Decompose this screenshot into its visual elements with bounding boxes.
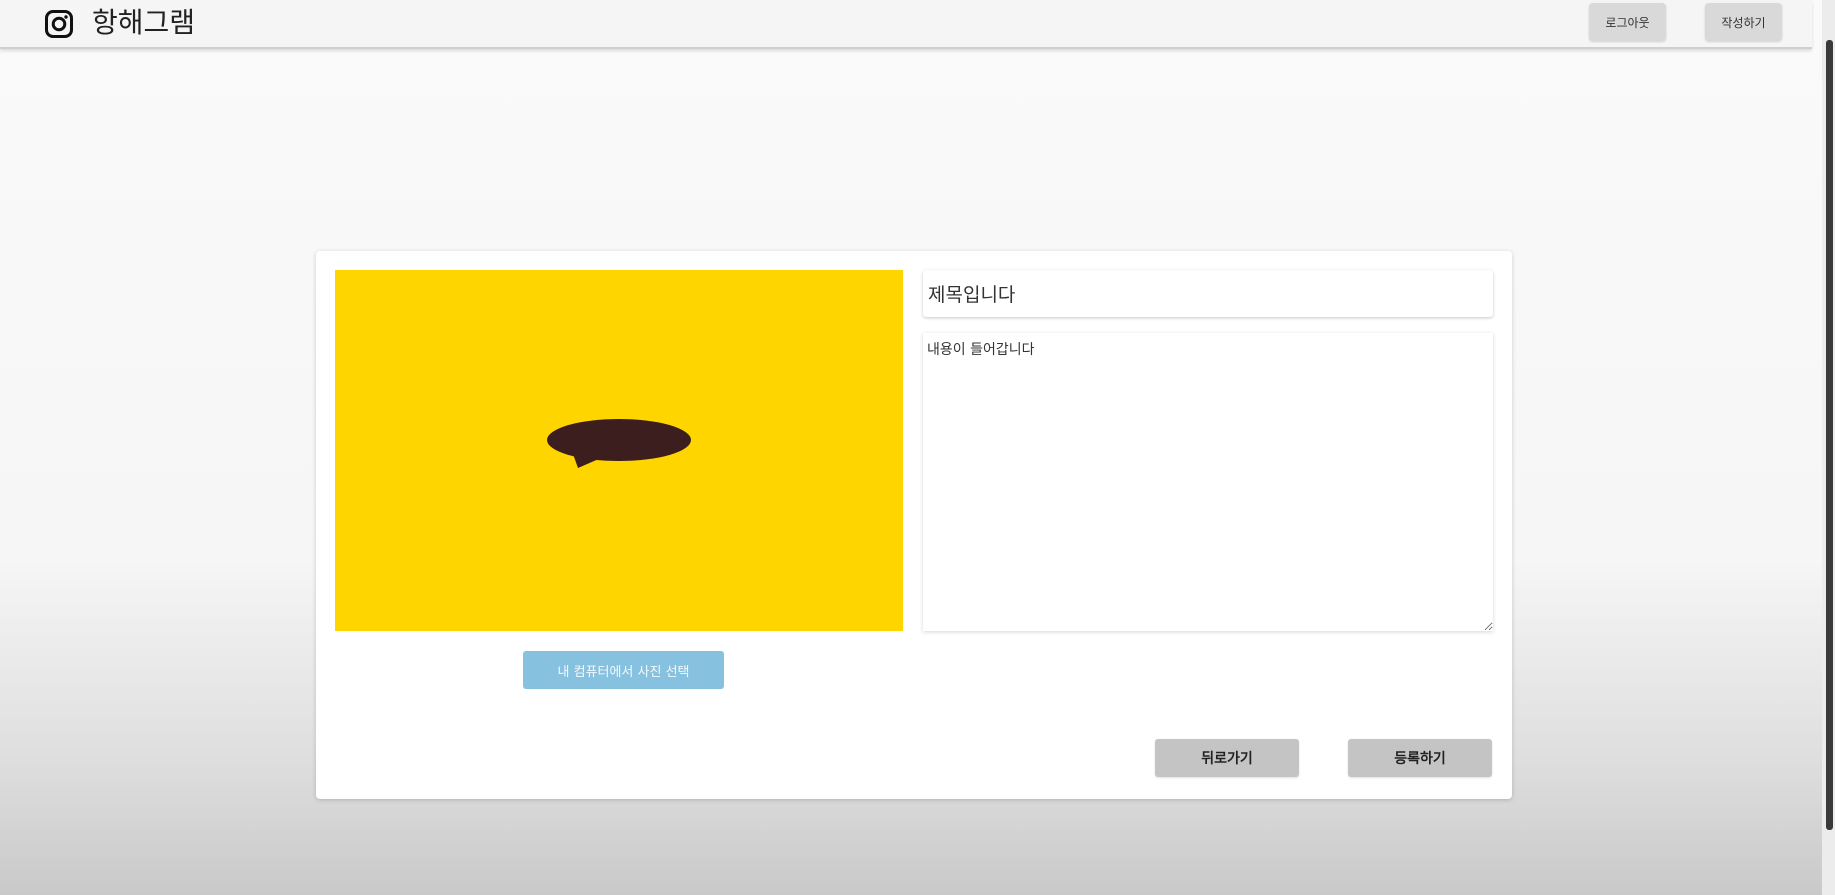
scrollbar-thumb[interactable]: [1826, 40, 1833, 830]
submit-button[interactable]: 등록하기: [1348, 739, 1492, 777]
logout-button[interactable]: 로그아웃: [1589, 3, 1666, 41]
post-editor-card: 내 컴퓨터에서 사진 선택 내용이 들어갑니다 뒤로가기 등록하기: [316, 251, 1512, 799]
select-image-button[interactable]: 내 컴퓨터에서 사진 선택: [523, 651, 724, 689]
content-textarea[interactable]: 내용이 들어갑니다: [923, 333, 1493, 631]
brand-title[interactable]: 항해그램: [92, 6, 195, 40]
top-navigation-bar: 항해그램 로그아웃 작성하기: [0, 0, 1812, 49]
title-input[interactable]: [923, 270, 1493, 317]
image-preview: [335, 270, 903, 631]
speech-bubble-icon: [547, 419, 691, 468]
write-post-button[interactable]: 작성하기: [1705, 3, 1782, 41]
instagram-icon[interactable]: [44, 9, 74, 39]
back-button[interactable]: 뒤로가기: [1155, 739, 1299, 777]
